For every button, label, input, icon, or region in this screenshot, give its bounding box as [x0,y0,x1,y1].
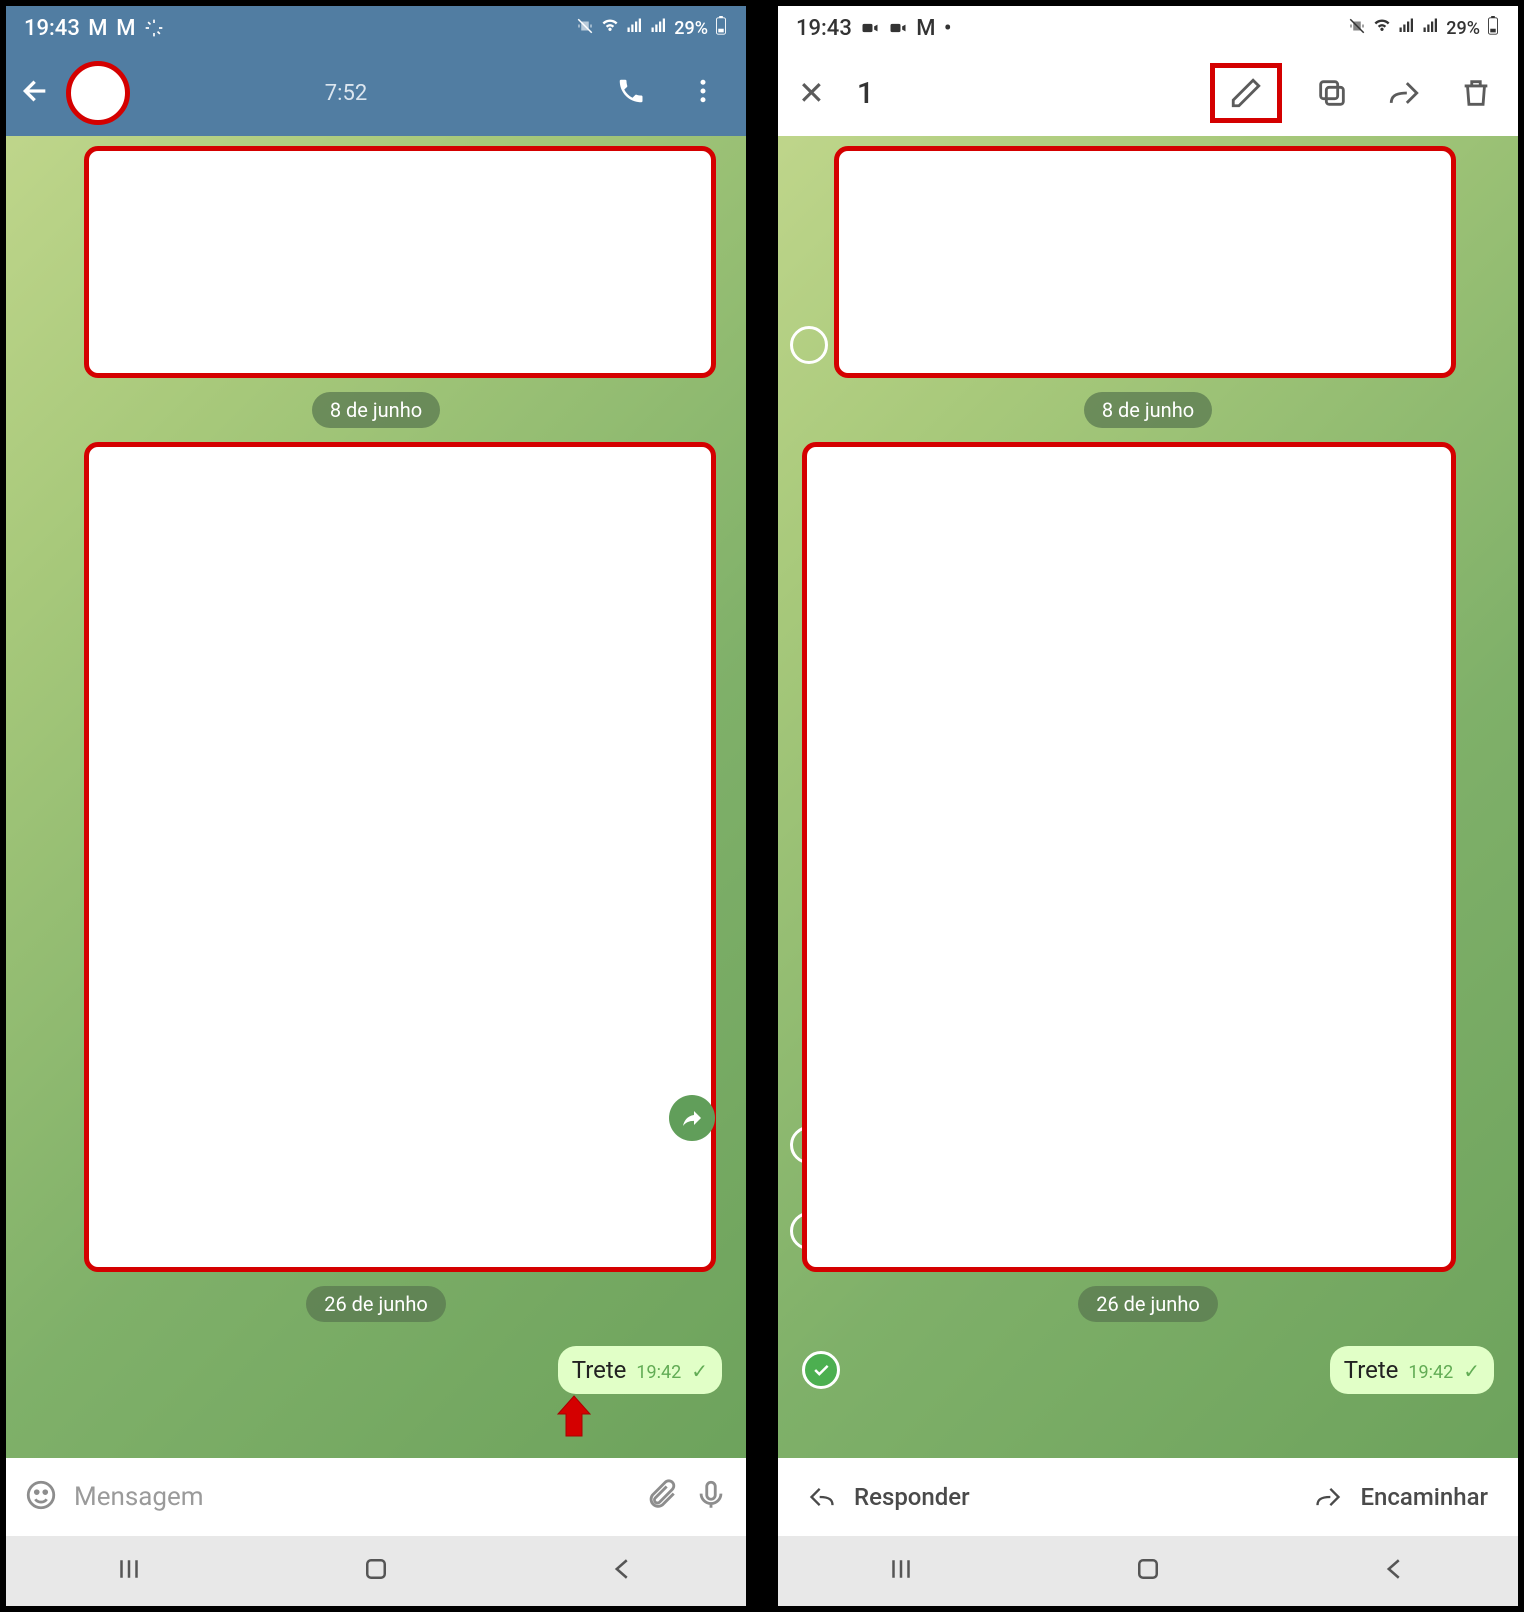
redacted-message-2[interactable] [802,442,1456,1272]
video-icon [860,18,880,38]
status-bar: 19:43 M • [778,6,1518,50]
forward-inline-button[interactable] [669,1095,715,1141]
wifi-icon [1372,16,1392,41]
redacted-message-1[interactable] [834,146,1456,378]
status-time: 19:43 [796,16,852,41]
attach-button[interactable] [644,1478,678,1516]
reply-button[interactable]: Responder [808,1483,970,1511]
selection-count: 1 [857,76,874,111]
sync-icon [144,18,164,38]
edit-button[interactable] [1210,63,1282,123]
recent-apps-button[interactable] [886,1554,916,1588]
gmail-icon: M [916,18,936,38]
signal-icon-2 [1422,17,1440,40]
selection-toolbar: ✕ 1 [778,50,1518,136]
forward-button[interactable] [1382,71,1426,115]
battery-percent: 29% [674,18,708,39]
vibrate-icon [1348,17,1366,40]
battery-percent: 29% [1446,18,1480,39]
date-badge-2: 26 de junho [1078,1286,1218,1322]
android-nav [6,1536,746,1606]
copy-button[interactable] [1310,71,1354,115]
chat-body[interactable]: 8 de junho 26 de junho Trete 19:42 ✓ [778,136,1518,1458]
signal-icon [1398,17,1416,40]
home-button[interactable] [361,1554,391,1588]
message-time: 19:42 [636,1362,681,1383]
message-input[interactable]: Mensagem [74,1482,628,1512]
chat-body[interactable]: 8 de junho 26 de junho Trete 19:42 ✓ [6,136,746,1458]
check-icon: ✓ [1463,1359,1480,1383]
back-nav-button[interactable] [1380,1554,1410,1588]
battery-icon [714,16,728,41]
message-bubble[interactable]: Trete 19:42 ✓ [558,1346,722,1394]
more-button[interactable] [674,76,732,110]
selected-check-icon[interactable] [802,1351,840,1389]
action-bar: Responder Encaminhar [778,1458,1518,1536]
signal-icon [626,17,644,40]
forward-action-button[interactable]: Encaminhar [1314,1483,1488,1511]
header-last-seen: 7:52 [325,81,367,106]
date-badge-1: 8 de junho [312,392,440,428]
status-bar: 19:43 M M 29% [6,6,746,50]
gmail-icon: M [116,18,136,38]
date-badge-1: 8 de junho [1084,392,1212,428]
outgoing-message-row[interactable]: Trete 19:42 ✓ [790,1336,1506,1394]
redacted-message-1[interactable] [84,146,716,378]
date-badge-2: 26 de junho [306,1286,446,1322]
phone-left: 19:43 M M 29% [0,0,752,1612]
message-time: 19:42 [1408,1362,1453,1383]
android-nav [778,1536,1518,1606]
gmail-icon: M [88,18,108,38]
delete-button[interactable] [1454,71,1498,115]
redacted-message-2[interactable] [84,442,716,1272]
home-button[interactable] [1133,1554,1163,1588]
message-text: Trete [1344,1356,1399,1384]
composer: Mensagem [6,1458,746,1536]
wifi-icon [600,16,620,41]
annotation-arrow-icon [554,1394,594,1438]
emoji-button[interactable] [24,1478,58,1516]
back-button[interactable] [20,75,52,111]
battery-icon [1486,16,1500,41]
vibrate-icon [576,17,594,40]
back-nav-button[interactable] [608,1554,638,1588]
message-text: Trete [572,1356,627,1384]
mic-button[interactable] [694,1478,728,1516]
recent-apps-button[interactable] [114,1554,144,1588]
check-icon: ✓ [691,1359,708,1383]
phone-right: 19:43 M • [772,0,1524,1612]
video-icon [888,18,908,38]
select-circle[interactable] [790,326,828,364]
reply-label: Responder [854,1483,970,1511]
chat-header: 7:52 [6,50,746,136]
signal-icon-2 [650,17,668,40]
forward-label: Encaminhar [1360,1483,1488,1511]
status-time: 19:43 [24,16,80,41]
call-button[interactable] [602,76,660,110]
avatar[interactable] [66,61,130,125]
outgoing-message-row[interactable]: Trete 19:42 ✓ [18,1336,734,1394]
message-bubble[interactable]: Trete 19:42 ✓ [1330,1346,1494,1394]
close-selection-button[interactable]: ✕ [798,74,825,112]
more-notifications-icon: • [944,16,952,41]
